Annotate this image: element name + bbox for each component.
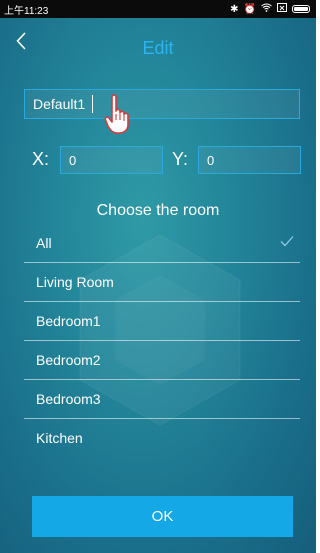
room-list: All Living Room Bedroom1 Bedroom2 Bedroo… xyxy=(24,224,300,457)
y-coordinate-input[interactable] xyxy=(198,146,301,174)
alarm-icon: ⏰ xyxy=(243,3,256,15)
wifi-icon xyxy=(261,3,272,15)
room-item-label: All xyxy=(36,235,52,251)
room-heading: Choose the room xyxy=(96,202,220,219)
room-item-label: Bedroom1 xyxy=(36,313,101,329)
name-input[interactable] xyxy=(24,89,300,119)
room-item-all[interactable]: All xyxy=(24,224,300,263)
room-item-label: Kitchen xyxy=(36,430,83,446)
sim-icon xyxy=(277,3,287,15)
bluetooth-icon: ✱ xyxy=(230,3,239,15)
text-caret xyxy=(92,95,93,113)
room-item-label: Bedroom3 xyxy=(36,391,101,407)
ok-button[interactable]: OK xyxy=(32,496,293,537)
room-item-kitchen[interactable]: Kitchen xyxy=(24,419,300,457)
room-item-label: Living Room xyxy=(36,274,114,290)
room-item-bedroom3[interactable]: Bedroom3 xyxy=(24,380,300,419)
x-label: X: xyxy=(32,149,50,169)
x-coordinate-input[interactable] xyxy=(60,146,163,174)
room-item-bedroom2[interactable]: Bedroom2 xyxy=(24,341,300,380)
y-label: Y: xyxy=(172,149,189,169)
header: Edit xyxy=(0,18,316,66)
battery-icon xyxy=(292,5,310,13)
status-bar: 上午11:23 ✱ ⏰ xyxy=(0,0,316,18)
hand-pointer-icon xyxy=(104,94,129,134)
page-title: Edit xyxy=(142,38,174,58)
room-item-bedroom1[interactable]: Bedroom1 xyxy=(24,302,300,341)
status-time: 上午11:23 xyxy=(4,5,49,17)
status-icons: ✱ ⏰ xyxy=(230,3,310,15)
room-item-living-room[interactable]: Living Room xyxy=(24,263,300,302)
room-item-label: Bedroom2 xyxy=(36,352,101,368)
checkmark-icon xyxy=(280,236,294,247)
edit-screen: 上午11:23 ✱ ⏰ Edit X: Y: Choose the room xyxy=(0,0,316,553)
